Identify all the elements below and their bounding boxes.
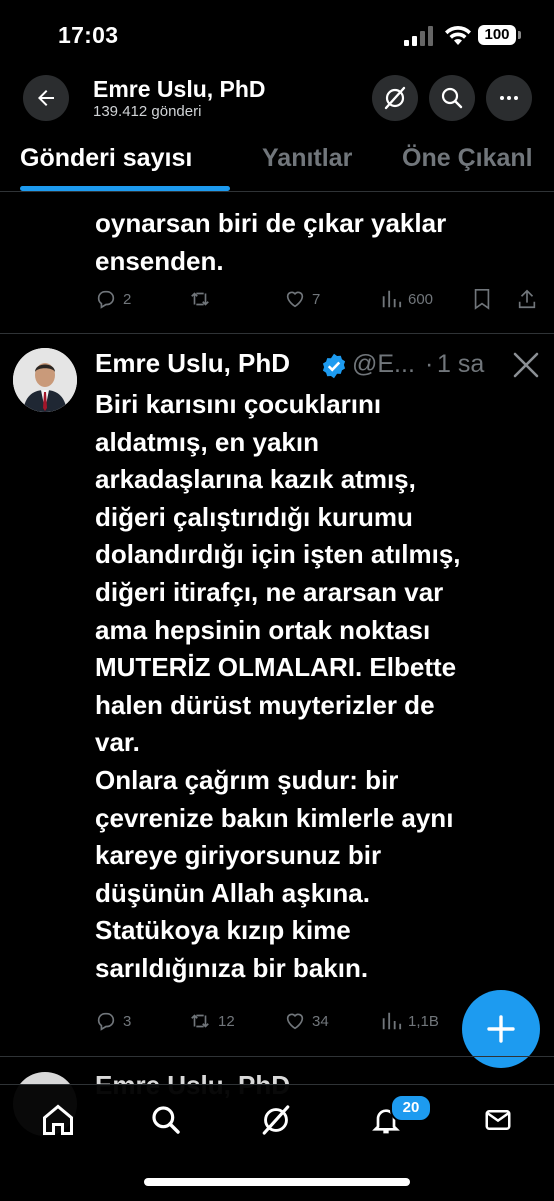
- battery-tip: [518, 31, 521, 39]
- tweet-text-line: Biri karısını çocuklarını: [95, 389, 382, 419]
- avatar-portrait-icon: [13, 348, 77, 412]
- wifi-icon: [445, 25, 471, 45]
- tab-posts[interactable]: Gönderi sayısı: [20, 144, 192, 173]
- reply-icon: [97, 290, 115, 309]
- tweet-body: Biri karısını çocuklarını aldatmış, en y…: [95, 386, 461, 988]
- status-time: 17:03: [58, 22, 119, 48]
- tweet-text-line: Statükoya kızıp kime: [95, 915, 351, 946]
- tweet-text-line: aldatmış, en yakın: [95, 426, 319, 457]
- envelope-icon: [485, 1110, 511, 1130]
- views-bar-chart-icon: [382, 1012, 402, 1030]
- grok-icon[interactable]: [512, 352, 540, 378]
- home-indicator: [144, 1178, 410, 1186]
- tweet-text-line: kareye giriyorsunuz bir: [95, 840, 382, 871]
- search-button[interactable]: [429, 75, 475, 121]
- profile-name: Emre Uslu, PhD: [93, 76, 266, 102]
- share-button[interactable]: [516, 288, 538, 310]
- nav-grok[interactable]: [252, 1100, 300, 1140]
- bookmark-button[interactable]: [472, 288, 492, 310]
- views-bar-chart-icon: [382, 290, 402, 308]
- repost-icon: [191, 292, 209, 306]
- tweet-text-line: sarıldığınıza bir bakın.: [95, 952, 369, 983]
- tweet-text-line: ama hepsinin ortak noktası: [95, 614, 431, 645]
- arrow-left-icon: [38, 90, 54, 106]
- tweet-text-line: MUTERİZ OLMALARI. Elbette: [95, 652, 457, 683]
- like-count: 34: [312, 1012, 329, 1030]
- tweet-text-line: diğeri çalıştırıdığı kurumu: [95, 501, 413, 532]
- tweet-text-line: halen dürüst muyterizler de: [95, 689, 435, 720]
- more-horizontal-icon: [500, 96, 518, 100]
- profile-tabs: Gönderi sayısı Yanıtlar Öne Çıkanl: [0, 130, 554, 192]
- back-button[interactable]: [23, 75, 69, 121]
- plus-icon: [487, 1015, 515, 1043]
- heart-icon: [286, 1013, 304, 1030]
- prev-tweet-actions: 2 7 600: [0, 288, 554, 318]
- repost-button[interactable]: 12: [188, 1010, 235, 1032]
- post-count: 139.412 gönderi: [93, 103, 202, 120]
- tabs-divider: [0, 191, 554, 192]
- views-button[interactable]: 600: [380, 288, 433, 310]
- tab-replies[interactable]: Yanıtlar: [262, 144, 352, 173]
- tweet-text-line: Onlara çağrım şudur: bir: [95, 764, 399, 795]
- tweet-text-line: çevrenize bakın kimlerle aynı: [95, 802, 454, 833]
- heart-icon: [286, 291, 304, 308]
- grok-button[interactable]: [372, 75, 418, 121]
- tweet-divider: [0, 333, 554, 334]
- share-icon: [518, 289, 536, 309]
- notifications-badge: 20: [390, 1094, 432, 1122]
- tab-highlights[interactable]: Öne Çıkanl: [402, 144, 533, 173]
- grok-icon: [262, 1105, 290, 1135]
- reply-button[interactable]: 2: [95, 288, 131, 310]
- home-icon: [43, 1104, 73, 1135]
- search-icon: [152, 1106, 180, 1134]
- cellular-signal-icon: [404, 26, 433, 46]
- reply-count: 2: [123, 290, 132, 308]
- views-count: 600: [408, 290, 434, 308]
- reply-button[interactable]: 3: [95, 1010, 131, 1032]
- tweet-text-line: düşünün Allah aşkına.: [95, 877, 370, 908]
- repost-icon: [191, 1014, 209, 1028]
- repost-count: 12: [218, 1012, 235, 1030]
- grok-icon: [384, 86, 406, 110]
- reply-count: 3: [123, 1012, 132, 1030]
- tweet-text-line: dolandırdığı için işten atılmış,: [95, 539, 461, 570]
- verified-badge-icon: [322, 353, 346, 379]
- battery-indicator: 100: [478, 25, 516, 45]
- tweet-divider: [0, 1056, 554, 1057]
- like-button[interactable]: 34: [284, 1010, 329, 1032]
- tweet-text-line: diğeri itirafçı, ne ararsan var: [95, 576, 444, 607]
- reply-icon: [97, 1012, 115, 1031]
- tweet-text-line: var.: [95, 727, 140, 758]
- status-bar: 17:03 100: [0, 0, 554, 72]
- tweet-author-name[interactable]: Emre Uslu, PhD: [95, 348, 290, 379]
- search-icon: [441, 87, 463, 109]
- tweet-text-line: arkadaşlarına kazık atmış,: [95, 464, 416, 495]
- avatar[interactable]: [13, 348, 77, 412]
- views-count: 1,1B: [408, 1012, 439, 1030]
- repost-button[interactable]: [188, 288, 218, 310]
- nav-home[interactable]: [34, 1100, 82, 1140]
- like-button[interactable]: 7: [284, 288, 320, 310]
- nav-search[interactable]: [142, 1100, 190, 1140]
- prev-tweet-text-line: ensenden.: [95, 246, 224, 276]
- more-options-button[interactable]: [486, 75, 532, 121]
- views-button[interactable]: 1,1B: [380, 1010, 439, 1032]
- nav-messages[interactable]: [474, 1100, 522, 1140]
- tweet-author-handle[interactable]: @E...: [352, 350, 415, 379]
- separator-dot: ·: [425, 350, 434, 378]
- prev-tweet-text-line: oynarsan biri de çıkar yaklar: [95, 208, 447, 238]
- tweet-timestamp[interactable]: 1 sa: [437, 350, 484, 379]
- bookmark-icon: [474, 289, 490, 310]
- like-count: 7: [312, 290, 321, 308]
